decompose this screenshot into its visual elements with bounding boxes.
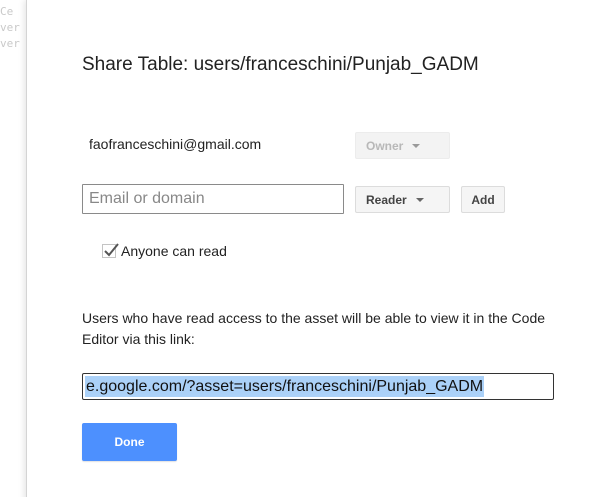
anyone-can-read-checkbox[interactable] [102, 243, 119, 258]
new-user-role-select[interactable]: Reader [355, 186, 450, 213]
anyone-can-read-option[interactable]: Anyone can read [102, 243, 227, 259]
share-link-info: Users who have read access to the asset … [82, 310, 546, 347]
dialog-title: Share Table: users/franceschini/Punjab_G… [82, 54, 479, 75]
add-button[interactable]: Add [461, 186, 505, 213]
owner-role-label: Owner [366, 138, 404, 153]
new-user-role-label: Reader [366, 192, 407, 207]
chevron-down-icon [415, 198, 424, 202]
background-code-line: Ce [0, 5, 14, 18]
owner-email: faofranceschini@gmail.com [89, 136, 262, 152]
anyone-can-read-label: Anyone can read [121, 243, 227, 259]
checkmark-icon [104, 243, 119, 257]
done-button[interactable]: Done [82, 423, 177, 461]
chevron-down-icon [412, 144, 421, 148]
email-or-domain-input[interactable] [82, 184, 344, 214]
share-dialog: Share Table: users/franceschini/Punjab_G… [26, 0, 603, 497]
share-link-field[interactable]: e.google.com/?asset=users/franceschini/P… [82, 373, 554, 400]
background-code-line: ver [0, 37, 20, 50]
owner-role-select: Owner [355, 132, 450, 159]
background-code-line: ver [0, 21, 20, 34]
page: Ce ver ver Share Table: users/franceschi… [0, 0, 603, 497]
share-link-value[interactable]: e.google.com/?asset=users/franceschini/P… [85, 376, 485, 397]
